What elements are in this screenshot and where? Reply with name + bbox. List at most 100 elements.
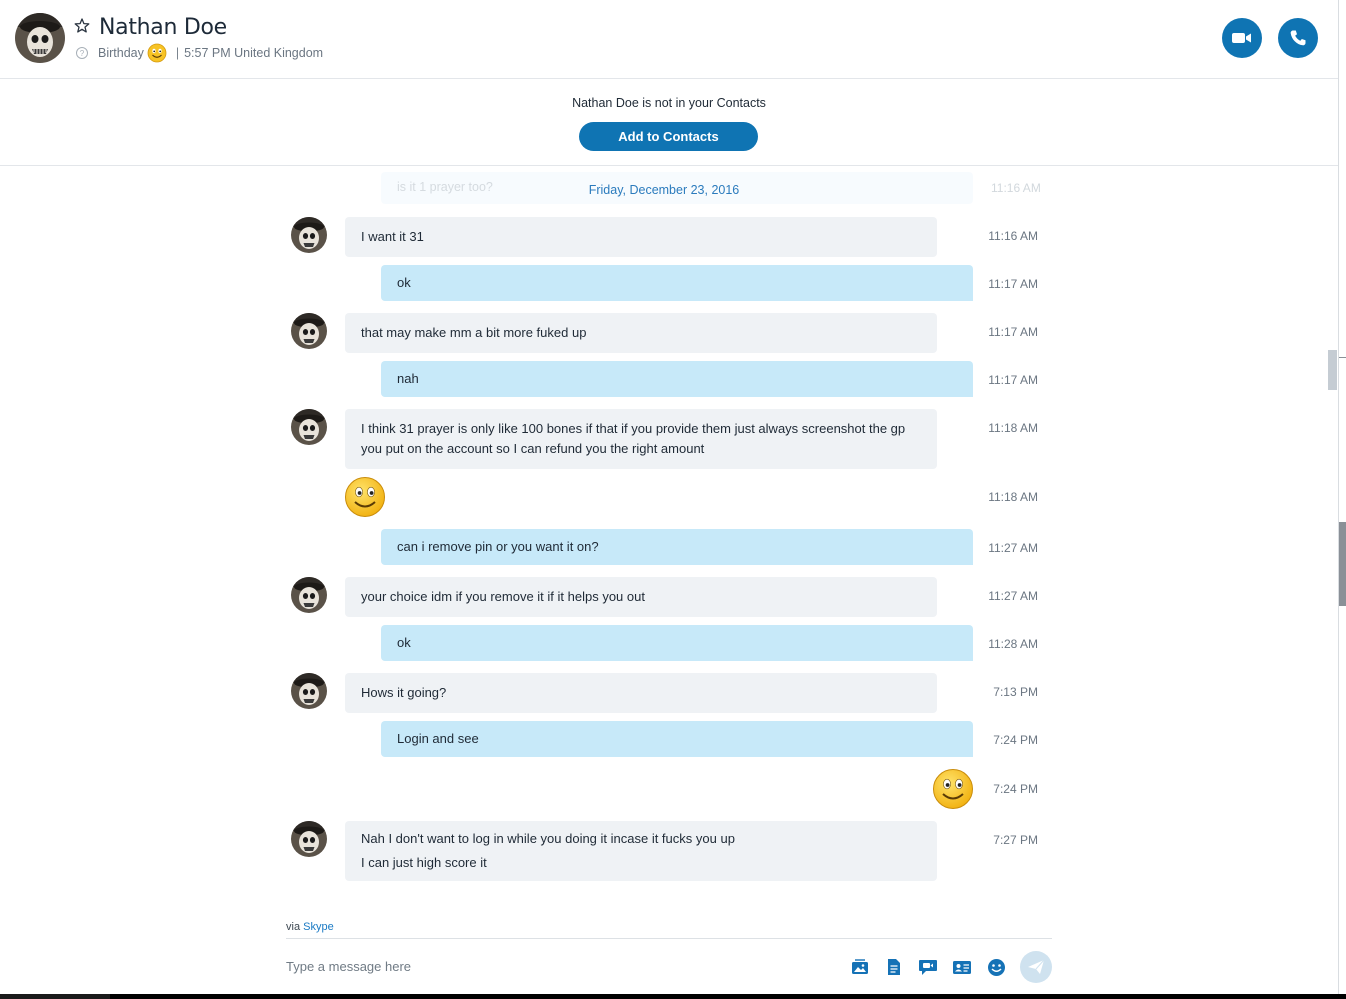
sender-avatar[interactable]: [291, 313, 327, 349]
message-timestamp: 11:18 AM: [988, 490, 1038, 504]
incoming-message: I think 31 prayer is only like 100 bones…: [0, 409, 1338, 469]
message-bubble[interactable]: ok: [381, 265, 973, 301]
send-contact-button[interactable]: [952, 957, 972, 977]
message-bubble[interactable]: that may make mm a bit more fuked up: [345, 313, 937, 353]
file-icon: [888, 959, 900, 975]
skull-avatar-image: [291, 673, 327, 709]
emoticon-icon: [987, 958, 1005, 976]
message-bubble[interactable]: ok: [381, 625, 973, 661]
sender-avatar[interactable]: [291, 577, 327, 613]
message-text: I can just high score it: [361, 855, 487, 870]
incoming-message: Hows it going? 7:13 PM: [0, 673, 1338, 713]
message-timestamp: 11:17 AM: [988, 325, 1038, 339]
outgoing-message: ok 11:17 AM: [0, 265, 1338, 301]
scrollbar-marker: [1339, 357, 1346, 358]
message-text: Nah I don't want to log in while you doi…: [361, 831, 735, 846]
incoming-message: 11:18 AM: [0, 476, 1338, 520]
contact-card-icon: [953, 961, 971, 974]
smile-emoticon-icon: [147, 43, 167, 63]
message-timestamp: 7:24 PM: [993, 733, 1038, 747]
message-bubble[interactable]: your choice idm if you remove it if it h…: [345, 577, 937, 617]
message-text: can i remove pin or you want it on?: [397, 539, 599, 554]
contact-status-line: ? Birthday | 5:57 PM United Kingdom: [76, 43, 324, 63]
emoticon-picker-button[interactable]: [986, 957, 1006, 977]
message-text: that may make mm a bit more fuked up: [361, 325, 587, 340]
message-timestamp: 7:24 PM: [993, 782, 1038, 796]
message-text: nah: [397, 371, 419, 386]
sender-avatar[interactable]: [291, 409, 327, 445]
message-timestamp: 11:18 AM: [988, 421, 1038, 435]
message-timestamp: 11:27 AM: [988, 541, 1038, 555]
not-in-contacts-banner: Nathan Doe is not in your Contacts Add t…: [0, 79, 1338, 166]
smile-emoticon: [932, 768, 974, 810]
smile-emoticon: [344, 476, 386, 518]
via-prefix: via: [286, 921, 301, 933]
help-icon[interactable]: ?: [76, 47, 88, 59]
contact-avatar[interactable]: [15, 13, 65, 63]
video-message-button[interactable]: [918, 957, 938, 977]
message-timestamp: 11:17 AM: [988, 277, 1038, 291]
message-bubble[interactable]: nah: [381, 361, 973, 397]
message-text: Hows it going?: [361, 685, 447, 700]
local-time: 5:57 PM United Kingdom: [184, 46, 324, 60]
video-message-icon: [919, 960, 937, 975]
message-text: I think 31 prayer is only like 100 bones…: [361, 421, 906, 456]
outgoing-message: 7:24 PM: [0, 768, 1338, 812]
message-timestamp: 7:27 PM: [993, 833, 1038, 847]
message-timestamp: 11:17 AM: [988, 373, 1038, 387]
send-file-button[interactable]: [884, 957, 904, 977]
status-separator: |: [175, 46, 180, 60]
message-bubble[interactable]: I think 31 prayer is only like 100 bones…: [345, 409, 937, 469]
message-bubble[interactable]: I want it 31: [345, 217, 937, 257]
birthday-label: Birthday: [98, 46, 144, 60]
message-bubble[interactable]: can i remove pin or you want it on?: [381, 529, 973, 565]
message-bubble[interactable]: Login and see: [381, 721, 973, 757]
audio-call-button[interactable]: [1278, 18, 1318, 58]
incoming-message: your choice idm if you remove it if it h…: [0, 577, 1338, 617]
message-list[interactable]: is it 1 prayer too? 11:16 AM Friday, Dec…: [0, 166, 1338, 906]
composer-divider: [286, 938, 1052, 939]
video-call-button[interactable]: [1222, 18, 1262, 58]
incoming-message: I want it 31 11:16 AM: [0, 217, 1338, 257]
media-gallery-icon: [852, 959, 868, 974]
taskbar-edge-segment: [110, 994, 1346, 999]
sender-avatar[interactable]: [291, 821, 327, 857]
smile-emoticon-icon: [933, 769, 973, 809]
outgoing-message: can i remove pin or you want it on? 11:27…: [0, 529, 1338, 565]
outgoing-message: Login and see 7:24 PM: [0, 721, 1338, 757]
contact-name[interactable]: Nathan Doe: [99, 15, 227, 40]
phone-icon: [1290, 30, 1306, 46]
add-to-contacts-button[interactable]: Add to Contacts: [579, 122, 758, 151]
skype-link[interactable]: Skype: [303, 921, 334, 933]
smile-emoticon-icon: [345, 477, 385, 517]
chat-scrollbar-thumb[interactable]: [1328, 350, 1337, 390]
message-timestamp: 11:28 AM: [988, 637, 1038, 651]
message-bubble[interactable]: Hows it going?: [345, 673, 937, 713]
message-timestamp: 11:27 AM: [988, 589, 1038, 603]
message-text: ok: [397, 275, 411, 290]
conversation-header: Nathan Doe ? Birthday | 5:57 PM United K…: [0, 0, 1338, 79]
not-in-contacts-text: Nathan Doe is not in your Contacts: [572, 96, 766, 110]
video-camera-icon: [1232, 33, 1251, 43]
message-text: ok: [397, 635, 411, 650]
skull-avatar-image: [291, 217, 327, 253]
message-timestamp: 11:16 AM: [988, 229, 1038, 243]
send-icon: [1028, 959, 1045, 974]
skull-avatar-image: [291, 821, 327, 857]
skull-avatar-image: [291, 313, 327, 349]
outgoing-message: nah 11:17 AM: [0, 361, 1338, 397]
window-edge: [1338, 0, 1339, 999]
send-button[interactable]: [1020, 951, 1052, 983]
sender-avatar[interactable]: [291, 673, 327, 709]
message-input[interactable]: [286, 955, 806, 977]
media-gallery-button[interactable]: [850, 957, 870, 977]
sender-avatar[interactable]: [291, 217, 327, 253]
incoming-message: that may make mm a bit more fuked up 11:1…: [0, 313, 1338, 353]
skull-avatar-image: [291, 577, 327, 613]
favorite-star-icon[interactable]: [73, 17, 91, 35]
outgoing-message: ok 11:28 AM: [0, 625, 1338, 661]
window-scrollbar-thumb[interactable]: [1339, 522, 1346, 606]
incoming-message: Nah I don't want to log in while you doi…: [0, 821, 1338, 881]
skull-avatar-image: [291, 409, 327, 445]
message-bubble[interactable]: Nah I don't want to log in while you doi…: [345, 821, 937, 881]
